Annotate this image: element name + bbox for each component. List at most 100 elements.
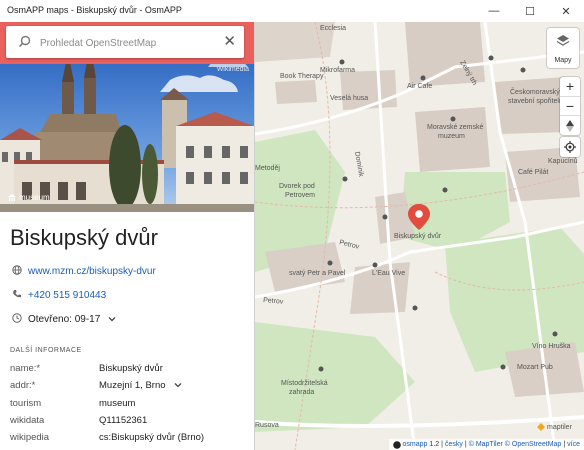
map-label: Dvorek pod xyxy=(279,183,315,190)
more-link[interactable]: více xyxy=(567,441,580,448)
wikidata-link[interactable]: Q11152361 xyxy=(99,415,147,426)
window-title-bar: OsmAPP maps - Biskupský dvůr - OsmAPP — … xyxy=(0,0,584,23)
poi-icon[interactable] xyxy=(382,214,388,220)
poi-icon[interactable] xyxy=(420,75,426,81)
phone-icon xyxy=(12,289,28,302)
minimize-button[interactable]: — xyxy=(476,0,512,22)
chevron-down-icon[interactable] xyxy=(108,314,116,325)
language-link[interactable]: česky xyxy=(445,441,463,448)
map-label: Rusova xyxy=(255,422,279,429)
separator: | xyxy=(441,441,443,448)
compass-button[interactable] xyxy=(560,115,580,136)
maptiler-logo[interactable]: maptiler xyxy=(537,423,572,431)
search-icon xyxy=(18,35,31,48)
website-row: www.mzm.cz/biskupsky-dvur xyxy=(12,265,156,278)
tag-key: wikidata xyxy=(10,415,45,426)
map-label: Air Cafe xyxy=(407,83,432,90)
details-section-title: DALŠÍ INFORMACE xyxy=(10,347,82,354)
map-label: Kapucínů xyxy=(548,157,578,165)
maptiler-link[interactable]: © MapTiler xyxy=(469,441,503,448)
poi-icon[interactable] xyxy=(318,366,324,372)
map-label: Mozart Pub xyxy=(517,364,553,371)
wikipedia-link[interactable]: cs:Biskupský dvůr (Brno) xyxy=(99,432,204,443)
poi-icon[interactable] xyxy=(500,364,506,370)
window-title: OsmAPP maps - Biskupský dvůr - OsmAPP xyxy=(7,5,182,15)
feature-photo[interactable]: ✕ Wikimedia museum xyxy=(0,22,254,212)
tag-key: addr:* xyxy=(10,380,36,391)
map-label: Mikrofarma xyxy=(320,67,355,74)
poi-icon[interactable] xyxy=(372,262,378,268)
map-canvas: Ecclesia Book Therapy Mikrofarma Veselá … xyxy=(255,22,584,450)
geolocate-button[interactable] xyxy=(560,137,580,157)
osmapp-link[interactable]: osmapp xyxy=(403,441,428,448)
map-label: Veselá husa xyxy=(330,95,368,102)
clock-icon xyxy=(12,313,28,326)
maximize-button[interactable]: ☐ xyxy=(512,0,548,22)
search-box[interactable]: ✕ xyxy=(6,26,244,58)
opening-hours-text: Otevřeno: 09-17 xyxy=(28,314,101,325)
tag-value: museum xyxy=(99,398,136,409)
github-icon[interactable] xyxy=(392,440,401,449)
poi-icon[interactable] xyxy=(520,67,526,73)
poi-icon[interactable] xyxy=(488,55,494,61)
map-label: muzeum xyxy=(438,133,465,140)
map-label: Místodržitelská xyxy=(281,380,328,387)
zoom-out-button[interactable]: − xyxy=(560,96,580,116)
place-title: Biskupský dvůr xyxy=(10,225,158,250)
maptiler-logo-label: maptiler xyxy=(547,423,572,431)
layers-switcher[interactable]: Mapy xyxy=(547,28,579,68)
address-value: Muzejní 1, Brno xyxy=(99,380,166,391)
clear-search-button[interactable]: ✕ xyxy=(223,33,236,51)
map-label: Petrovem xyxy=(285,192,315,199)
map-label: zahrada xyxy=(289,389,314,396)
globe-icon xyxy=(12,265,28,278)
separator: | xyxy=(563,441,566,448)
poi-icon[interactable] xyxy=(339,59,345,65)
poi-icon[interactable] xyxy=(442,187,448,193)
phone-link[interactable]: +420 515 910443 xyxy=(28,290,106,301)
separator: | xyxy=(464,441,467,448)
map-label: stavební spořitelna xyxy=(508,98,567,105)
poi-icon[interactable] xyxy=(552,331,558,337)
tag-key: tourism xyxy=(10,398,42,409)
zoom-in-button[interactable]: + xyxy=(560,77,580,96)
map-label: Café Pilát xyxy=(518,169,548,176)
chevron-down-icon xyxy=(174,383,182,388)
map-attribution: osmapp 1.2 | česky | © MapTiler © OpenSt… xyxy=(388,439,584,450)
layers-label: Mapy xyxy=(554,57,572,64)
museum-badge-label: museum xyxy=(19,193,50,202)
photo-source-label[interactable]: Wikimedia xyxy=(217,66,249,73)
museum-icon xyxy=(8,193,16,201)
poi-icon[interactable] xyxy=(412,305,418,311)
building xyxy=(275,80,317,104)
phone-row: +420 515 910443 xyxy=(12,289,106,302)
map-label: Metoděj xyxy=(255,165,280,172)
poi-icon[interactable] xyxy=(327,260,333,266)
map-label: Moravské zemské xyxy=(427,124,484,131)
geolocate-icon xyxy=(564,141,576,153)
feature-panel: ✕ Wikimedia museum Biskupský dvůr www.mz… xyxy=(0,22,255,450)
map-label: svatý Petr a Pavel xyxy=(289,270,346,277)
osm-link[interactable]: © OpenStreetMap xyxy=(505,441,562,448)
search-bar: ✕ xyxy=(0,22,254,64)
tag-value[interactable]: Muzejní 1, Brno xyxy=(99,380,182,391)
poi-icon[interactable] xyxy=(342,176,348,182)
compass-icon xyxy=(566,120,574,132)
opening-hours-row[interactable]: Otevřeno: 09-17 xyxy=(12,313,116,326)
zoom-controls: + − xyxy=(560,77,580,135)
building xyxy=(495,77,567,134)
tag-key: name:* xyxy=(10,363,41,374)
website-link[interactable]: www.mzm.cz/biskupsky-dvur xyxy=(28,266,156,277)
app-version: 1.2 xyxy=(429,441,440,448)
map-label: L'Eau Vive xyxy=(372,270,405,277)
map-view[interactable]: Ecclesia Book Therapy Mikrofarma Veselá … xyxy=(255,22,584,450)
close-window-button[interactable]: ✕ xyxy=(548,0,584,22)
map-label: Ecclesia xyxy=(320,25,346,32)
map-label: Českomoravský xyxy=(510,87,560,96)
poi-icon[interactable] xyxy=(450,116,456,122)
building xyxy=(340,70,397,110)
map-label: Book Therapy xyxy=(280,73,324,80)
tag-value: Biskupský dvůr xyxy=(99,363,163,374)
search-input[interactable] xyxy=(38,33,222,53)
layers-icon xyxy=(556,35,570,46)
